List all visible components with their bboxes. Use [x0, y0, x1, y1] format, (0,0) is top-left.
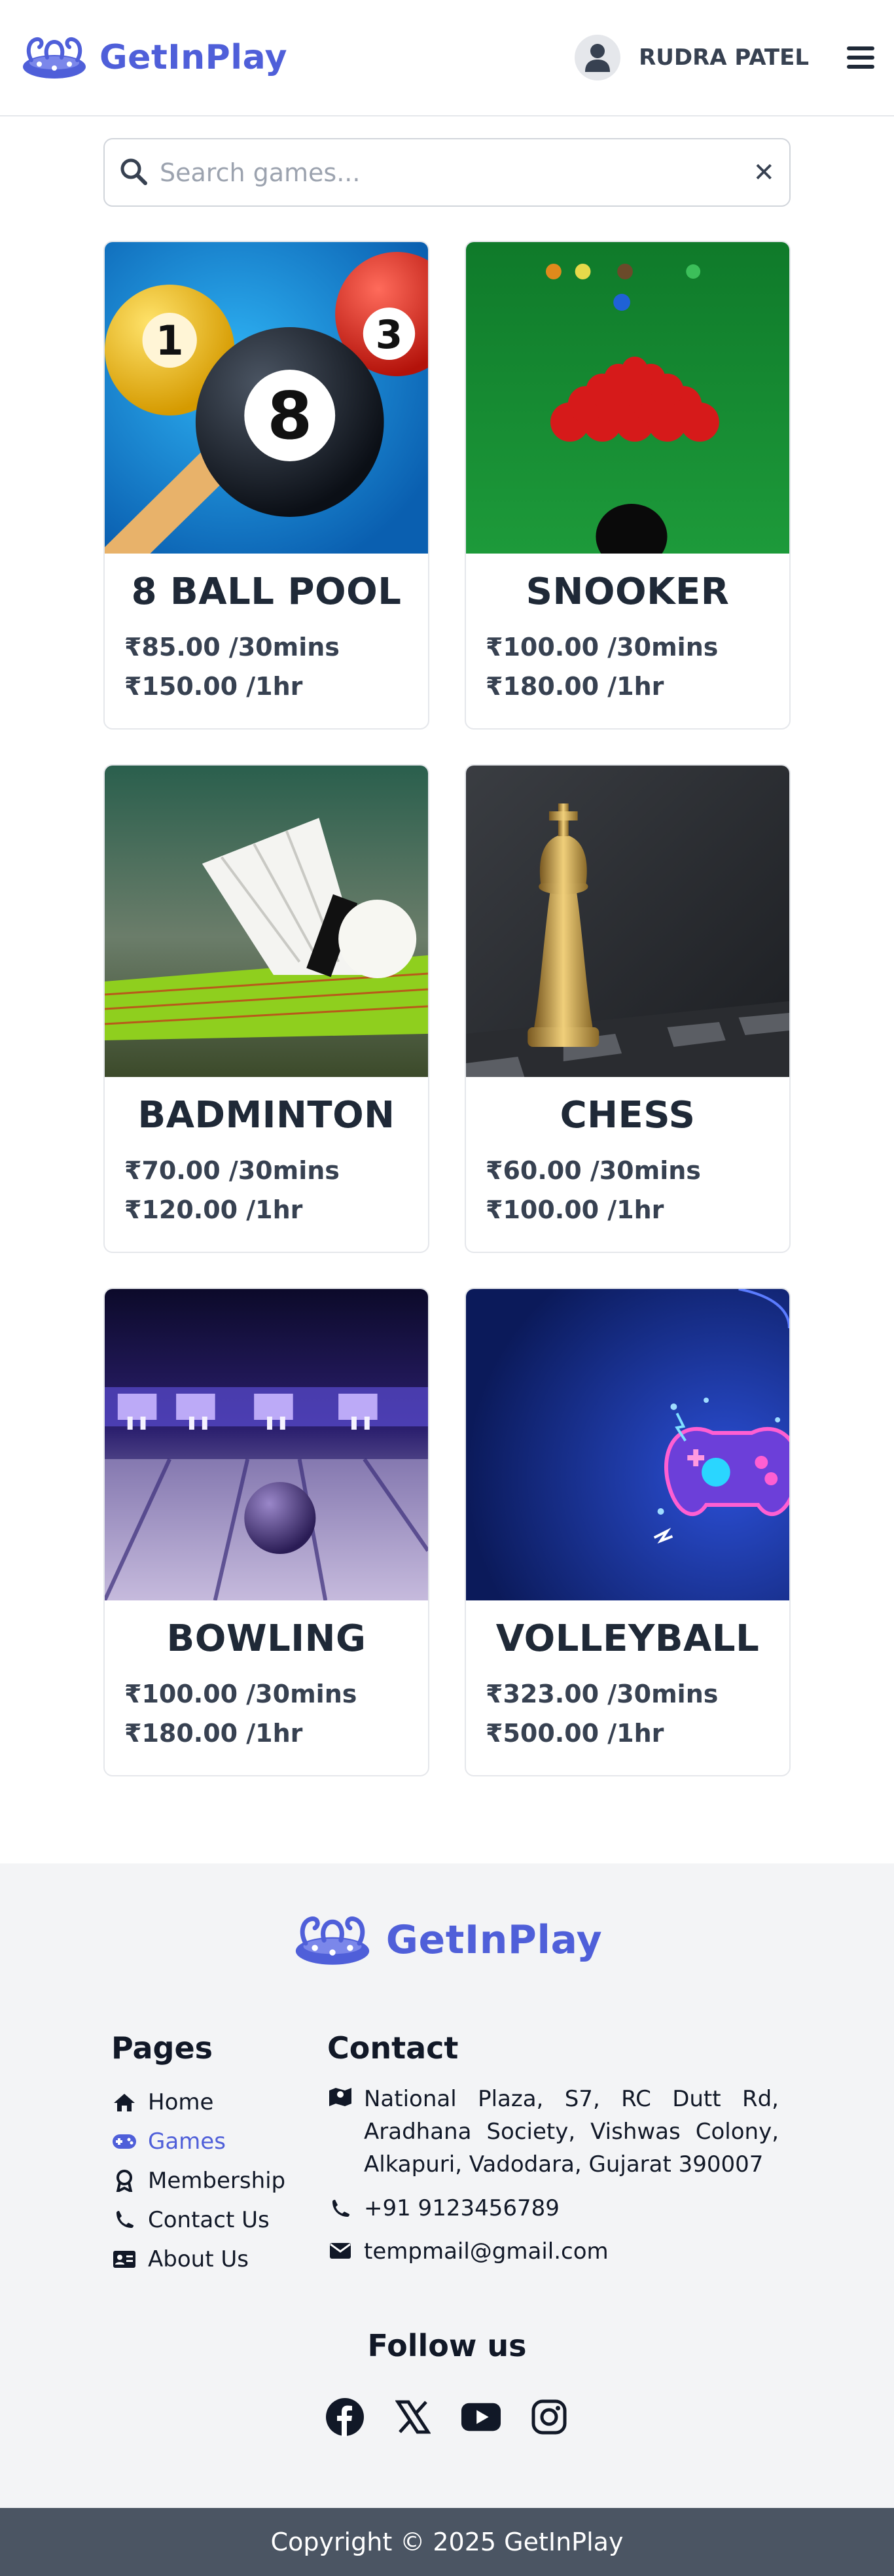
social-links [0, 2397, 894, 2437]
games-grid: 1 3 8 8 BALL POOL ₹85.00 /30mins ₹150.00… [103, 241, 791, 1776]
close-icon[interactable]: ✕ [753, 158, 775, 188]
footer-pages: Pages Home Games Membership Contact Us A… [111, 2030, 285, 2279]
user-name[interactable]: RUDRA PATEL [639, 44, 809, 71]
game-prices: ₹100.00 /30mins ₹180.00 /1hr [124, 1674, 428, 1753]
phone-icon [327, 2195, 353, 2221]
game-image-badminton [105, 766, 428, 1077]
instagram-icon[interactable] [529, 2397, 569, 2437]
follow-title: Follow us [367, 2328, 527, 2363]
game-prices: ₹85.00 /30mins ₹150.00 /1hr [124, 627, 428, 706]
game-prices: ₹60.00 /30mins ₹100.00 /1hr [486, 1151, 789, 1229]
game-title: CHESS [560, 1094, 696, 1137]
email-text: tempmail@gmail.com [364, 2238, 609, 2265]
game-prices: ₹70.00 /30mins ₹120.00 /1hr [124, 1151, 428, 1229]
game-card-bowling[interactable]: BOWLING ₹100.00 /30mins ₹180.00 /1hr [103, 1288, 429, 1776]
game-card-volleyball[interactable]: VOLLEYBALL ₹323.00 /30mins ₹500.00 /1hr [465, 1288, 791, 1776]
copyright-bar: Copyright © 2025 GetInPlay [0, 2508, 894, 2576]
footer-contact: Contact National Plaza, S7, RC Dutt Rd, … [327, 2030, 779, 2265]
footer-brand-name: GetInPlay [385, 1917, 603, 1963]
phone-text: +91 9123456789 [364, 2195, 560, 2221]
game-image-8-ball-pool: 1 3 8 [105, 242, 428, 554]
hamburger-menu-icon[interactable] [847, 44, 874, 71]
price-1hr: ₹120.00 /1hr [124, 1195, 303, 1224]
envelope-icon [327, 2238, 353, 2265]
youtube-icon[interactable] [461, 2397, 501, 2437]
footer-link-label: About Us [148, 2246, 249, 2272]
address-text: National Plaza, S7, RC Dutt Rd, Aradhana… [364, 2086, 779, 2178]
price-1hr: ₹180.00 /1hr [124, 1719, 303, 1748]
game-title: BADMINTON [137, 1094, 395, 1137]
playground-logo-icon [20, 31, 89, 84]
contact-address: National Plaza, S7, RC Dutt Rd, Aradhana… [327, 2083, 779, 2181]
svg-text:8: 8 [267, 379, 312, 454]
pages-title: Pages [111, 2030, 213, 2066]
footer-link-label: Home [148, 2089, 214, 2115]
site-header: GetInPlay RUDRA PATEL [0, 0, 894, 116]
game-title: 8 BALL POOL [131, 571, 402, 613]
footer-link-contact[interactable]: Contact Us [111, 2200, 285, 2240]
footer-brand[interactable]: GetInPlay [0, 1909, 894, 1971]
footer-link-label: Games [148, 2128, 226, 2155]
gamepad-icon [111, 2133, 137, 2150]
x-twitter-icon[interactable] [393, 2397, 433, 2437]
price-1hr: ₹100.00 /1hr [486, 1195, 664, 1224]
brand-name: GetInPlay [99, 38, 287, 77]
home-icon [111, 2092, 137, 2112]
game-card-badminton[interactable]: BADMINTON ₹70.00 /30mins ₹120.00 /1hr [103, 764, 429, 1253]
site-footer: GetInPlay Pages Home Games Membership Co… [0, 1863, 894, 2508]
playground-logo-icon [292, 1909, 373, 1971]
phone-icon [111, 2210, 137, 2230]
user-area: RUDRA PATEL [575, 35, 874, 80]
game-prices: ₹323.00 /30mins ₹500.00 /1hr [486, 1674, 789, 1753]
contact-title: Contact [327, 2030, 459, 2066]
price-30min: ₹323.00 /30mins [486, 1680, 719, 1708]
svg-text:1: 1 [156, 317, 184, 364]
footer-link-membership[interactable]: Membership [111, 2161, 285, 2200]
contact-phone[interactable]: +91 9123456789 [327, 2195, 779, 2221]
footer-link-label: Membership [148, 2168, 286, 2194]
game-card-chess[interactable]: CHESS ₹60.00 /30mins ₹100.00 /1hr [465, 764, 791, 1253]
game-title: SNOOKER [526, 571, 730, 613]
game-image-bowling [105, 1289, 428, 1600]
id-card-icon [111, 2250, 137, 2268]
footer-link-label: Contact Us [148, 2207, 270, 2233]
user-avatar-icon[interactable] [575, 35, 621, 80]
contact-email[interactable]: tempmail@gmail.com [327, 2238, 779, 2265]
game-card-8-ball-pool[interactable]: 1 3 8 8 BALL POOL ₹85.00 /30mins ₹150.00… [103, 241, 429, 730]
svg-text:3: 3 [376, 313, 402, 358]
game-image-chess [466, 766, 789, 1077]
facebook-icon[interactable] [325, 2397, 365, 2437]
price-30min: ₹85.00 /30mins [124, 633, 340, 662]
game-title: VOLLEYBALL [495, 1617, 760, 1660]
award-icon [111, 2170, 137, 2192]
footer-link-games[interactable]: Games [111, 2122, 285, 2161]
game-image-volleyball [466, 1289, 789, 1600]
price-30min: ₹70.00 /30mins [124, 1156, 340, 1185]
price-1hr: ₹150.00 /1hr [124, 672, 303, 701]
footer-link-home[interactable]: Home [111, 2083, 285, 2122]
game-title: BOWLING [166, 1617, 367, 1660]
search-bar: ✕ [103, 138, 791, 207]
map-location-icon [327, 2083, 353, 2181]
game-prices: ₹100.00 /30mins ₹180.00 /1hr [486, 627, 789, 706]
search-input[interactable] [160, 158, 753, 187]
price-30min: ₹100.00 /30mins [124, 1680, 357, 1708]
brand-link[interactable]: GetInPlay [20, 31, 287, 84]
price-1hr: ₹180.00 /1hr [486, 672, 664, 701]
price-30min: ₹60.00 /30mins [486, 1156, 701, 1185]
footer-link-about[interactable]: About Us [111, 2240, 285, 2279]
price-1hr: ₹500.00 /1hr [486, 1719, 664, 1748]
game-image-snooker [466, 242, 789, 554]
search-icon [119, 157, 148, 188]
game-card-snooker[interactable]: SNOOKER ₹100.00 /30mins ₹180.00 /1hr [465, 241, 791, 730]
price-30min: ₹100.00 /30mins [486, 633, 719, 662]
